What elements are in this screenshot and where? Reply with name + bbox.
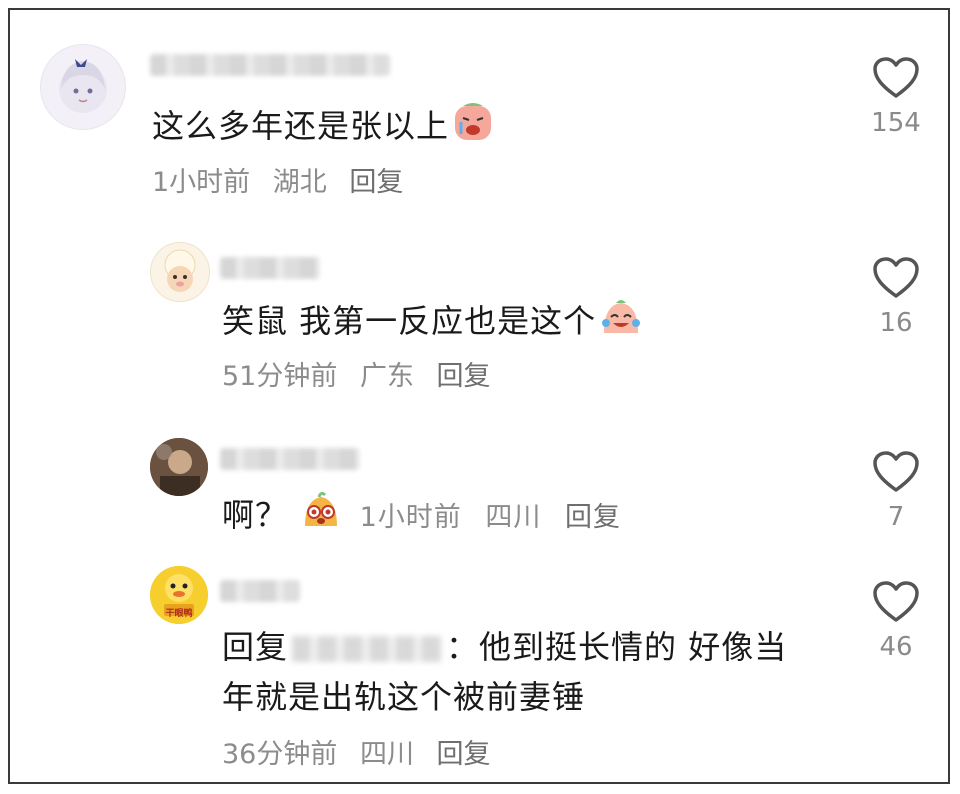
comment-text: 这么多年还是张以上 — [152, 102, 493, 154]
like-count: 154 — [871, 108, 921, 138]
reply-button[interactable]: 回复 — [565, 502, 621, 533]
timestamp: 51分钟前 — [222, 361, 338, 392]
like-button[interactable]: 16 — [866, 256, 926, 338]
sheep-avatar-icon — [164, 249, 196, 292]
heart-icon — [873, 581, 919, 622]
comment-meta: 36分钟前 四川 回复 — [222, 738, 505, 772]
location: 四川 — [485, 502, 542, 533]
photo-avatar-icon — [150, 438, 208, 496]
comment-text: 啊？ 1小时前 四川 回复 — [222, 491, 635, 542]
reply-button[interactable]: 回复 — [349, 167, 403, 198]
like-button[interactable]: 7 — [866, 450, 926, 532]
like-count: 46 — [879, 632, 913, 662]
username-blurred[interactable] — [150, 54, 390, 76]
anime-girl-avatar-icon — [59, 59, 107, 113]
comment-text-continued: 年就是出轨这个被前妻锤 — [222, 678, 586, 716]
username-blurred[interactable] — [220, 448, 360, 470]
location: 四川 — [359, 739, 414, 770]
timestamp: 1小时前 — [359, 502, 462, 533]
username-blurred[interactable] — [220, 580, 300, 602]
heart-icon — [873, 257, 919, 298]
heart-icon — [873, 57, 919, 98]
timestamp: 1小时前 — [152, 167, 251, 198]
reply-button[interactable]: 回复 — [437, 361, 491, 392]
comment-panel: 这么多年还是张以上 1小时前 湖北 回复 154 笑鼠 我第一反应也是这个 51… — [8, 8, 950, 784]
comment-meta: 51分钟前 广东 回复 — [222, 360, 505, 394]
username-blurred[interactable] — [220, 257, 320, 279]
location: 广东 — [359, 361, 414, 392]
avatar[interactable] — [40, 44, 126, 130]
avatar[interactable] — [150, 242, 210, 302]
laughing-tears-emoji-icon — [600, 297, 642, 349]
heart-icon — [873, 451, 919, 492]
like-count: 16 — [879, 308, 913, 338]
reply-button[interactable]: 回复 — [437, 739, 491, 770]
like-count: 7 — [887, 502, 905, 532]
sad-crying-emoji-icon — [453, 102, 493, 154]
comment-text: 回复 ：他到挺长情的 好像当 — [222, 628, 788, 666]
mentioned-username-blurred[interactable] — [292, 636, 443, 662]
comment-meta: 1小时前 湖北 回复 — [152, 166, 417, 200]
comment-text: 笑鼠 我第一反应也是这个 — [222, 297, 642, 349]
avatar[interactable] — [150, 438, 208, 496]
reply-prefix: 回复 — [222, 628, 289, 666]
avatar[interactable]: 干眼鸭 — [150, 566, 208, 624]
like-button[interactable]: 154 — [866, 56, 926, 138]
timestamp: 36分钟前 — [222, 739, 338, 770]
shocked-face-emoji-icon — [302, 491, 340, 542]
location: 湖北 — [272, 167, 327, 198]
like-button[interactable]: 46 — [866, 580, 926, 662]
avatar-label: 干眼鸭 — [165, 609, 193, 619]
